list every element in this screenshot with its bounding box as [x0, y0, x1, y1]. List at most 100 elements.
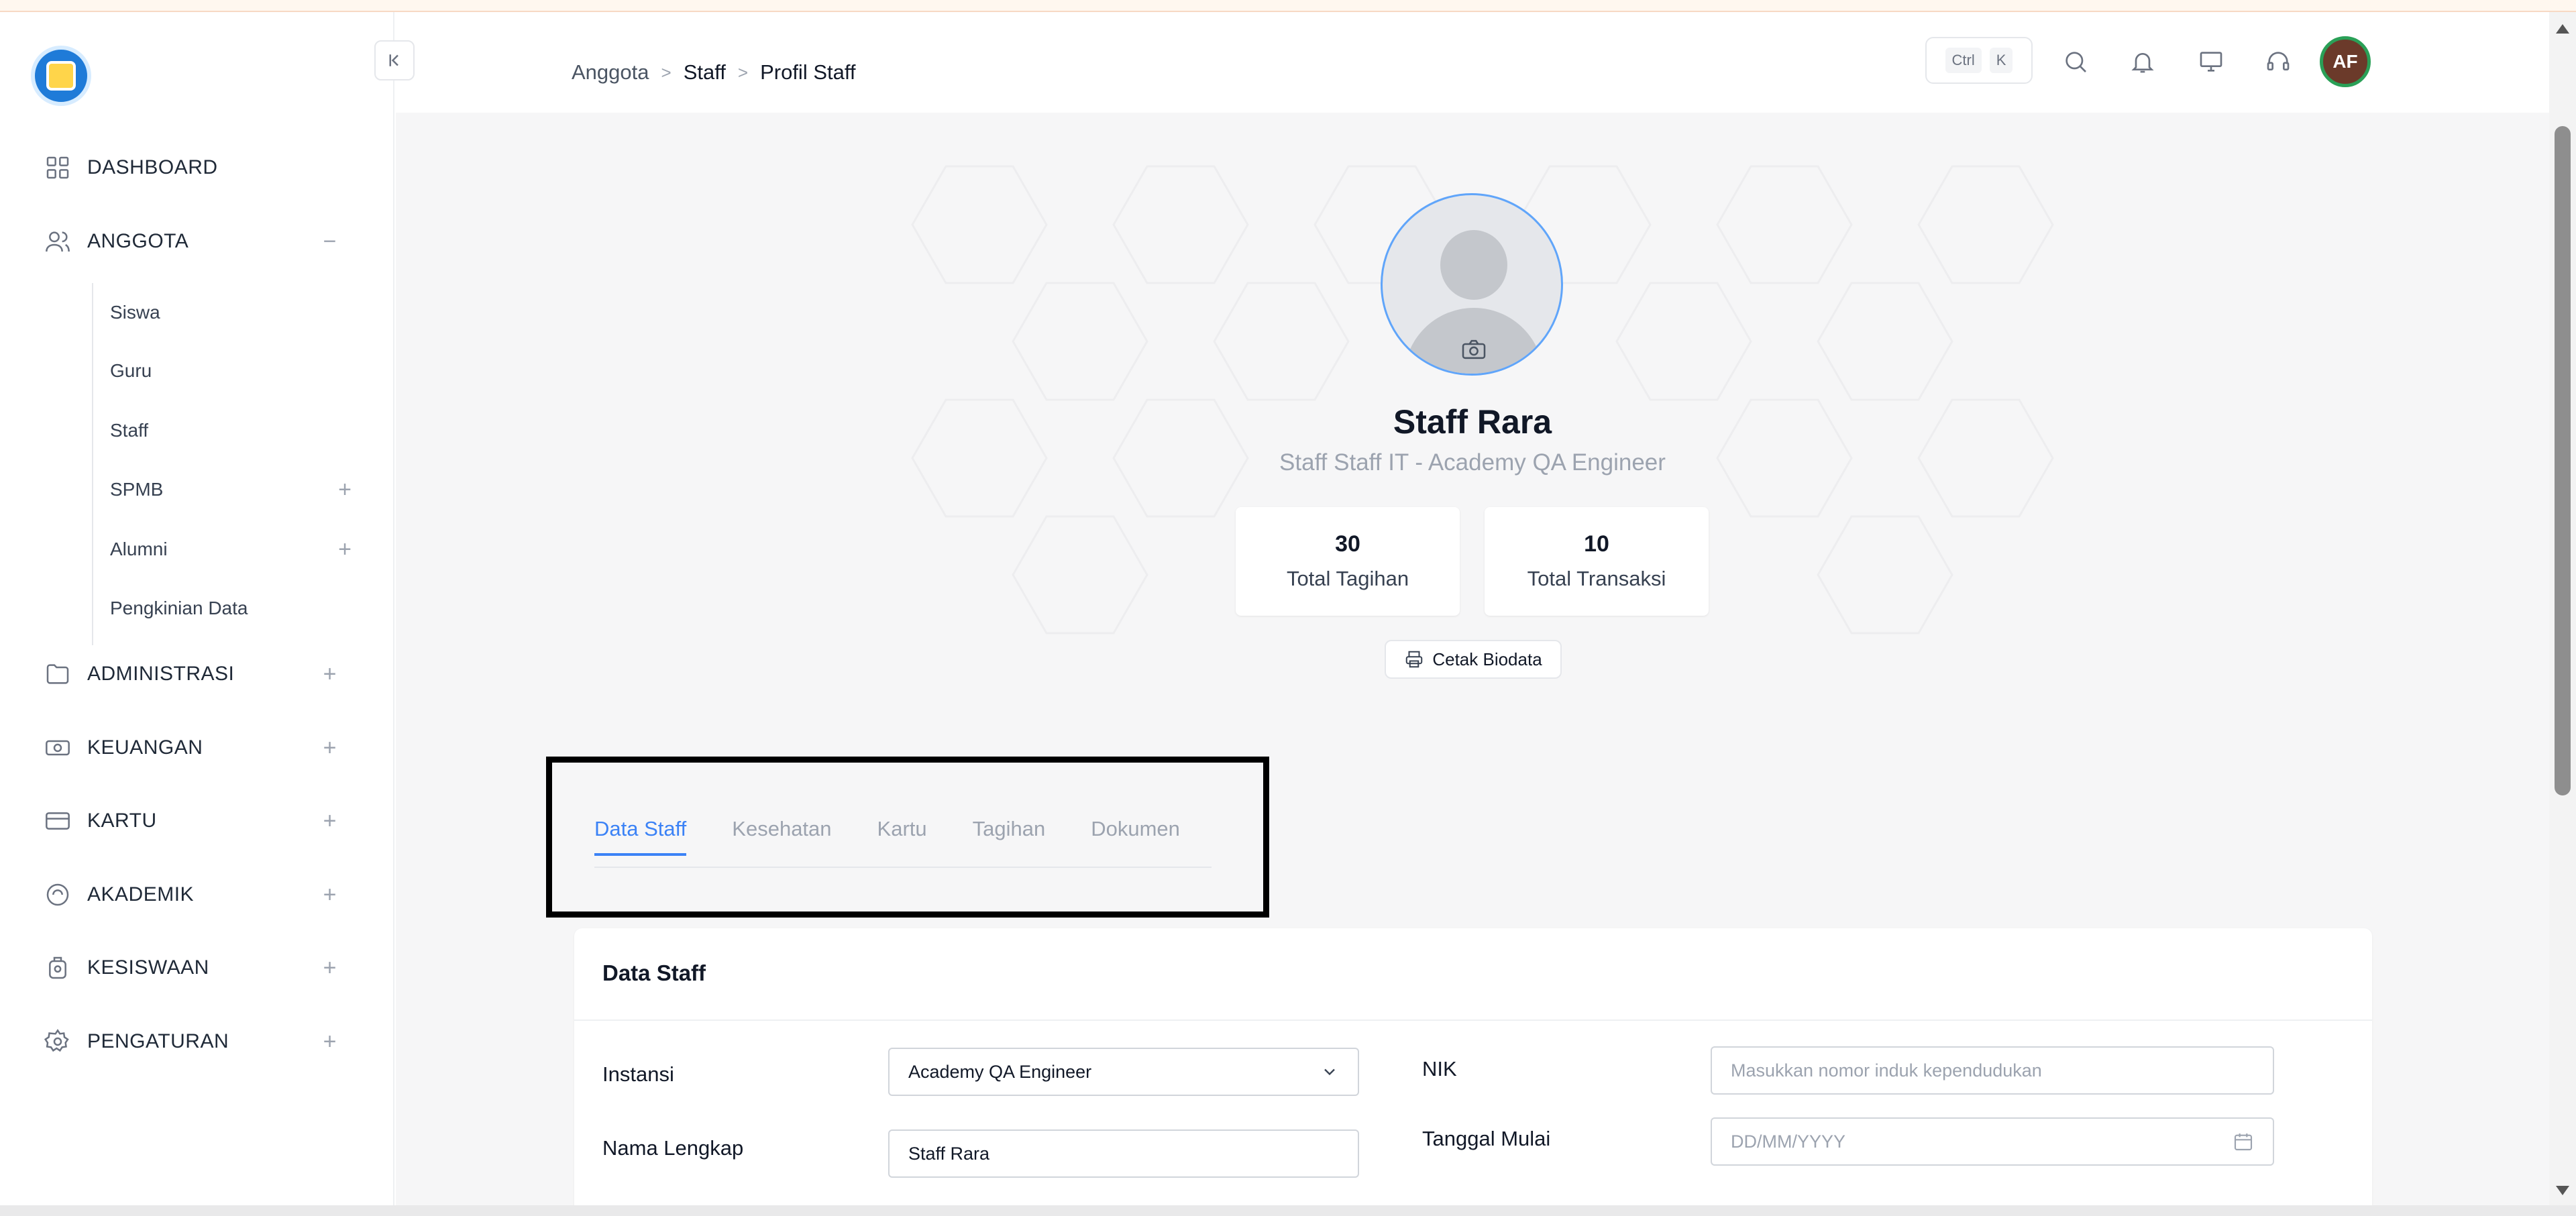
collapse-left-icon — [389, 54, 398, 66]
stat-total-tagihan: 30 Total Tagihan — [1236, 507, 1460, 616]
print-biodata-button[interactable]: Cetak Biodata — [1385, 640, 1562, 679]
kbd-ctrl: Ctrl — [1945, 48, 1982, 73]
tab-tagihan[interactable]: Tagihan — [973, 817, 1046, 856]
support-headset-icon[interactable] — [2263, 47, 2293, 76]
breadcrumb-profil-staff: Profil Staff — [760, 60, 856, 84]
nama-lengkap-value: Staff Rara — [908, 1143, 990, 1164]
expand-toggle[interactable]: + — [323, 808, 337, 834]
submenu-guide-line — [92, 283, 93, 645]
academic-icon — [44, 881, 71, 908]
subitem-label: Siswa — [110, 302, 160, 323]
camera-icon[interactable] — [1460, 339, 1487, 360]
monitor-icon[interactable] — [2196, 47, 2226, 76]
vertical-scrollbar[interactable] — [2549, 12, 2576, 1205]
sidebar: DASHBOARD ANGGOTA − Siswa Guru Staff SPM… — [0, 12, 394, 1205]
dashboard-grid-icon — [44, 154, 71, 181]
sidebar-subitem-pengkinian-data[interactable]: Pengkinian Data — [110, 590, 352, 627]
top-header: Anggota > Staff > Profil Staff Ctrl K AF — [396, 12, 2549, 113]
breadcrumb-staff[interactable]: Staff — [684, 60, 726, 85]
bell-icon[interactable] — [2128, 47, 2157, 76]
subitem-label: Pengkinian Data — [110, 598, 248, 618]
profile-subtitle: Staff Staff IT - Academy QA Engineer — [1279, 449, 1666, 476]
printer-icon — [1406, 651, 1423, 668]
stat-value: 10 — [1584, 531, 1609, 557]
tab-dokumen[interactable]: Dokumen — [1091, 817, 1180, 856]
data-staff-card: Data Staff Instansi Academy QA Engineer … — [574, 928, 2372, 1205]
expand-toggle[interactable]: + — [323, 1029, 337, 1055]
scroll-up-arrow-icon[interactable] — [2556, 24, 2569, 34]
nama-lengkap-input[interactable]: Staff Rara — [888, 1129, 1359, 1178]
expand-toggle[interactable]: + — [323, 955, 337, 981]
card-divider — [574, 1019, 2372, 1021]
tanggal-mulai-label: Tanggal Mulai — [1422, 1127, 1551, 1150]
money-icon — [44, 734, 71, 761]
chevron-down-icon — [1324, 1068, 1335, 1076]
sidebar-item-label: AKADEMIK — [87, 883, 195, 905]
stat-label: Total Transaksi — [1527, 567, 1666, 590]
profile-photo[interactable] — [1381, 193, 1563, 376]
subitem-label: SPMB — [110, 479, 164, 500]
profile-tabs: Data Staff Kesehatan Kartu Tagihan Dokum… — [594, 817, 1180, 856]
subitem-label: Guru — [110, 360, 152, 381]
tab-kesehatan[interactable]: Kesehatan — [732, 817, 831, 856]
instansi-value: Academy QA Engineer — [908, 1061, 1092, 1082]
tabs-divider — [594, 867, 1212, 868]
sidebar-subitem-guru[interactable]: Guru — [110, 352, 352, 390]
expand-toggle[interactable]: + — [323, 882, 337, 908]
sidebar-item-pengaturan[interactable]: PENGATURAN + — [44, 1021, 353, 1062]
sidebar-subitem-siswa[interactable]: Siswa — [110, 294, 352, 331]
tab-data-staff[interactable]: Data Staff — [594, 817, 687, 856]
users-icon — [44, 228, 71, 255]
sidebar-item-akademik[interactable]: AKADEMIK + — [44, 875, 353, 915]
scroll-down-arrow-icon[interactable] — [2556, 1186, 2569, 1195]
student-icon — [44, 954, 71, 981]
sidebar-item-dashboard[interactable]: DASHBOARD — [44, 148, 353, 188]
expand-toggle[interactable]: + — [338, 477, 352, 503]
tanggal-mulai-placeholder: DD/MM/YYYY — [1731, 1131, 1846, 1152]
tab-kartu[interactable]: Kartu — [877, 817, 927, 856]
sidebar-item-keuangan[interactable]: KEUANGAN + — [44, 728, 353, 768]
folder-icon — [44, 661, 71, 687]
sidebar-item-administrasi[interactable]: ADMINISTRASI + — [44, 654, 353, 694]
sidebar-item-label: PENGATURAN — [87, 1030, 229, 1052]
subitem-label: Staff — [110, 420, 149, 441]
sidebar-subitem-alumni[interactable]: Alumni + — [110, 531, 352, 568]
card-title: Data Staff — [602, 960, 706, 985]
nik-input[interactable]: Masukkan nomor induk kependudukan — [1711, 1046, 2274, 1095]
sidebar-item-anggota[interactable]: ANGGOTA − — [44, 221, 353, 262]
search-icon[interactable] — [2061, 47, 2090, 76]
expand-toggle[interactable]: + — [323, 661, 337, 687]
sidebar-item-label: ADMINISTRASI — [87, 663, 235, 685]
breadcrumb-separator: > — [737, 62, 749, 82]
sidebar-subitem-spmb[interactable]: SPMB + — [110, 471, 352, 508]
sidebar-item-kartu[interactable]: KARTU + — [44, 801, 353, 841]
calendar-icon[interactable] — [2233, 1131, 2254, 1152]
main-content: Staff Rara Staff Staff IT - Academy QA E… — [396, 113, 2549, 1205]
user-avatar[interactable]: AF — [2320, 36, 2371, 87]
print-biodata-label: Cetak Biodata — [1432, 649, 1542, 669]
subitem-label: Alumni — [110, 539, 168, 559]
instansi-select[interactable]: Academy QA Engineer — [888, 1048, 1359, 1096]
kbd-k: K — [1989, 48, 2013, 73]
breadcrumb: Anggota > Staff > Profil Staff — [572, 60, 856, 85]
stat-label: Total Tagihan — [1286, 567, 1409, 590]
expand-toggle[interactable]: + — [323, 735, 337, 761]
card-icon — [44, 808, 71, 834]
expand-toggle[interactable]: + — [338, 537, 352, 563]
sidebar-item-label: ANGGOTA — [87, 230, 189, 252]
command-search-shortcut[interactable]: Ctrl K — [1925, 37, 2033, 84]
top-notice-strip — [0, 0, 2576, 12]
sidebar-item-label: DASHBOARD — [87, 156, 218, 178]
bottom-window-edge — [0, 1205, 2576, 1216]
profile-name: Staff Rara — [1393, 403, 1552, 441]
stat-value: 30 — [1335, 531, 1360, 557]
sidebar-item-label: KESISWAAN — [87, 956, 209, 979]
sidebar-collapse-button[interactable] — [374, 40, 415, 80]
tanggal-mulai-input[interactable]: DD/MM/YYYY — [1711, 1117, 2274, 1166]
sidebar-subitem-staff[interactable]: Staff — [110, 412, 352, 449]
scrollbar-thumb[interactable] — [2555, 126, 2571, 795]
school-logo[interactable] — [31, 46, 91, 106]
collapse-toggle[interactable]: − — [323, 229, 337, 255]
sidebar-item-kesiswaan[interactable]: KESISWAAN + — [44, 948, 353, 988]
breadcrumb-anggota[interactable]: Anggota — [572, 60, 649, 85]
